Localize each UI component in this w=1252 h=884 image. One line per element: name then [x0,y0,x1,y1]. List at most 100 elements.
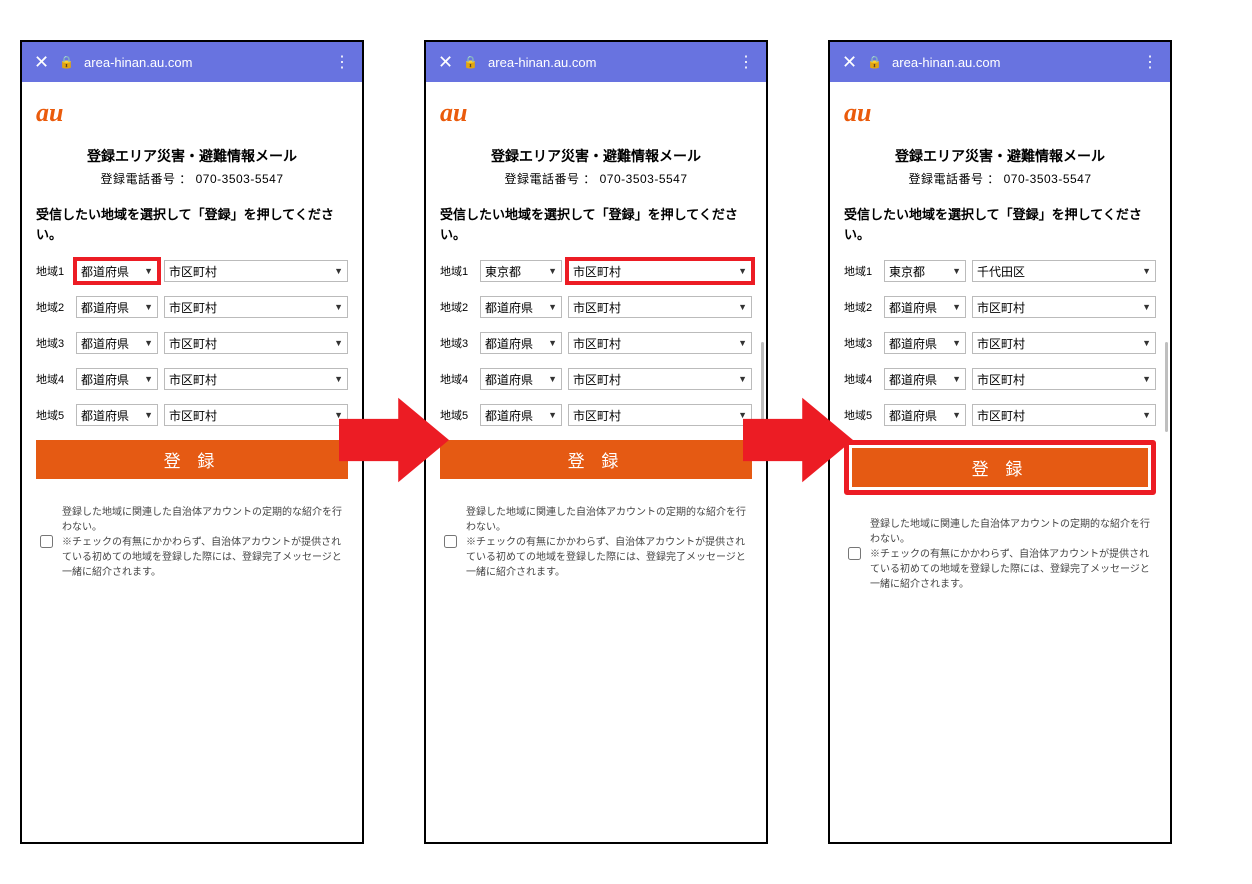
prefecture-select[interactable]: 都道府県 ▼ [76,260,158,282]
opt-out-checkbox[interactable] [40,506,53,577]
prefecture-select[interactable]: 都道府県▼ [480,296,562,318]
dropdown-caret-icon: ▼ [1142,374,1151,384]
city-select-value: 市区町村 [169,407,217,424]
dropdown-caret-icon: ▼ [548,302,557,312]
phone-mockup: ✕🔒area-hinan.au.com⋮au登録エリア災害・避難情報メール登録電… [424,40,768,844]
region-row-1: 地域1東京都▼千代田区▼ [844,260,1156,282]
region-row-2: 地域2都道府県▼市区町村▼ [440,296,752,318]
city-select[interactable]: 市区町村▼ [972,368,1156,390]
city-select-value: 市区町村 [977,407,1025,424]
scrollbar[interactable] [1165,342,1168,432]
region-row-3: 地域3都道府県▼市区町村▼ [844,332,1156,354]
instruction-text: 受信したい地域を選択して「登録」を押してください。 [844,205,1156,244]
city-select[interactable]: 市区町村▼ [568,404,752,426]
prefecture-select[interactable]: 都道府県▼ [480,332,562,354]
prefecture-select[interactable]: 都道府県▼ [480,368,562,390]
region-row-5: 地域5都道府県▼市区町村▼ [844,404,1156,426]
dropdown-caret-icon: ▼ [144,410,153,420]
city-select-value: 市区町村 [169,263,217,280]
prefecture-select[interactable]: 都道府県▼ [480,404,562,426]
opt-out-text: 登録した地域に関連した自治体アカウントの定期的な紹介を行わない。※チェックの有無… [62,505,348,580]
city-select[interactable]: 市区町村▼ [568,296,752,318]
city-select[interactable]: 千代田区▼ [972,260,1156,282]
dropdown-caret-icon: ▼ [1142,410,1151,420]
prefecture-select[interactable]: 都道府県▼ [76,332,158,354]
city-select[interactable]: 市区町村▼ [568,332,752,354]
city-select[interactable]: 市区町村▼ [568,368,752,390]
dropdown-caret-icon: ▼ [1142,338,1151,348]
prefecture-select[interactable]: 都道府県 ▼ [76,296,158,318]
region-row-1: 地域1東京都▼市区町村▼ [440,260,752,282]
city-select-value: 市区町村 [169,335,217,352]
prefecture-select-value: 都道府県 [889,299,937,316]
prefecture-select[interactable]: 都道府県 ▼ [884,332,966,354]
prefecture-select[interactable]: 都道府県 ▼ [76,404,158,426]
prefecture-select[interactable]: 東京都▼ [884,260,966,282]
prefecture-select[interactable]: 都道府県▼ [884,368,966,390]
prefecture-select-value: 東京都 [889,263,925,280]
region-row-5: 地域5都道府県▼市区町村▼ [440,404,752,426]
prefecture-select-value: 都道府県 [485,335,533,352]
opt-out-block: 登録した地域に関連した自治体アカウントの定期的な紹介を行わない。※チェックの有無… [440,505,752,580]
region-row-4: 地域4都道府県▼市区町村▼ [440,368,752,390]
city-select-value: 市区町村 [573,371,621,388]
city-select[interactable]: 市区町村 ▼ [972,404,1156,426]
lock-icon: 🔒 [867,55,882,69]
phone-mockup: ✕🔒area-hinan.au.com⋮au登録エリア災害・避難情報メール登録電… [20,40,364,844]
city-select-value: 市区町村 [169,299,217,316]
prefecture-select-value: 都道府県 [81,407,129,424]
dropdown-caret-icon: ▼ [1142,302,1151,312]
city-select[interactable]: 市区町村▼ [164,260,348,282]
page-content: au登録エリア災害・避難情報メール登録電話番号 ： 070-3503-5547受… [426,82,766,842]
city-select[interactable]: 市区町村▼ [164,368,348,390]
city-select[interactable]: 市区町村▼ [972,332,1156,354]
page-content: au登録エリア災害・避難情報メール登録電話番号 ： 070-3503-5547受… [22,82,362,842]
city-select[interactable]: 市区町村▼ [164,296,348,318]
opt-out-line1: 登録した地域に関連した自治体アカウントの定期的な紹介を行わない。 [870,517,1156,547]
dropdown-caret-icon: ▼ [952,302,961,312]
prefecture-select[interactable]: 東京都▼ [480,260,562,282]
opt-out-block: 登録した地域に関連した自治体アカウントの定期的な紹介を行わない。※チェックの有無… [844,517,1156,592]
menu-icon[interactable]: ⋮ [1142,52,1158,72]
page-content: au登録エリア災害・避難情報メール登録電話番号 ： 070-3503-5547受… [830,82,1170,842]
region-row-4: 地域4 都道府県▼ 市区町村▼ [36,368,348,390]
registered-phone: 登録電話番号 ： 070-3503-5547 [440,170,752,187]
opt-out-block: 登録した地域に関連した自治体アカウントの定期的な紹介を行わない。※チェックの有無… [36,505,348,580]
dropdown-caret-icon: ▼ [144,266,153,276]
city-select[interactable]: 市区町村▼ [568,260,752,282]
register-button[interactable]: 登 録 [852,448,1148,487]
lock-icon: 🔒 [463,55,478,69]
dropdown-caret-icon: ▼ [952,338,961,348]
prefecture-select-value: 都道府県 [81,263,129,280]
au-logo: au [36,98,348,128]
prefecture-select[interactable]: 都道府県▼ [884,404,966,426]
prefecture-select-value: 都道府県 [889,335,937,352]
prefecture-select-value: 都道府県 [81,299,129,316]
region-label: 地域4 [36,371,70,387]
city-select-value: 市区町村 [573,263,621,280]
region-label: 地域2 [36,299,70,315]
city-select-value: 市区町村 [169,371,217,388]
prefecture-select[interactable]: 都道府県▼ [76,368,158,390]
city-select[interactable]: 市区町村▼ [164,404,348,426]
city-select[interactable]: 市区町村▼ [164,332,348,354]
dropdown-caret-icon: ▼ [1142,266,1151,276]
city-select-value: 市区町村 [573,299,621,316]
region-row-3: 地域3都道府県▼市区町村▼ [440,332,752,354]
dropdown-caret-icon: ▼ [144,338,153,348]
city-select-value: 市区町村 [977,299,1025,316]
region-row-2: 地域2 都道府県 ▼ 市区町村▼ [36,296,348,318]
region-label: 地域5 [36,407,70,423]
page-url: area-hinan.au.com [84,55,324,70]
opt-out-note: ※チェックの有無にかかわらず、自治体アカウントが提供されている初めての地域を登録… [870,547,1156,592]
close-icon[interactable]: ✕ [34,52,49,73]
prefecture-select[interactable]: 都道府県 ▼ [884,296,966,318]
register-button[interactable]: 登 録 [36,440,348,479]
au-logo: au [440,98,752,128]
register-button[interactable]: 登 録 [440,440,752,479]
service-title: 登録エリア災害・避難情報メール [844,146,1156,166]
city-select[interactable]: 市区町村 ▼ [972,296,1156,318]
opt-out-line1: 登録した地域に関連した自治体アカウントの定期的な紹介を行わない。 [466,505,752,535]
dropdown-caret-icon: ▼ [144,302,153,312]
registered-phone: 登録電話番号 ： 070-3503-5547 [36,170,348,187]
